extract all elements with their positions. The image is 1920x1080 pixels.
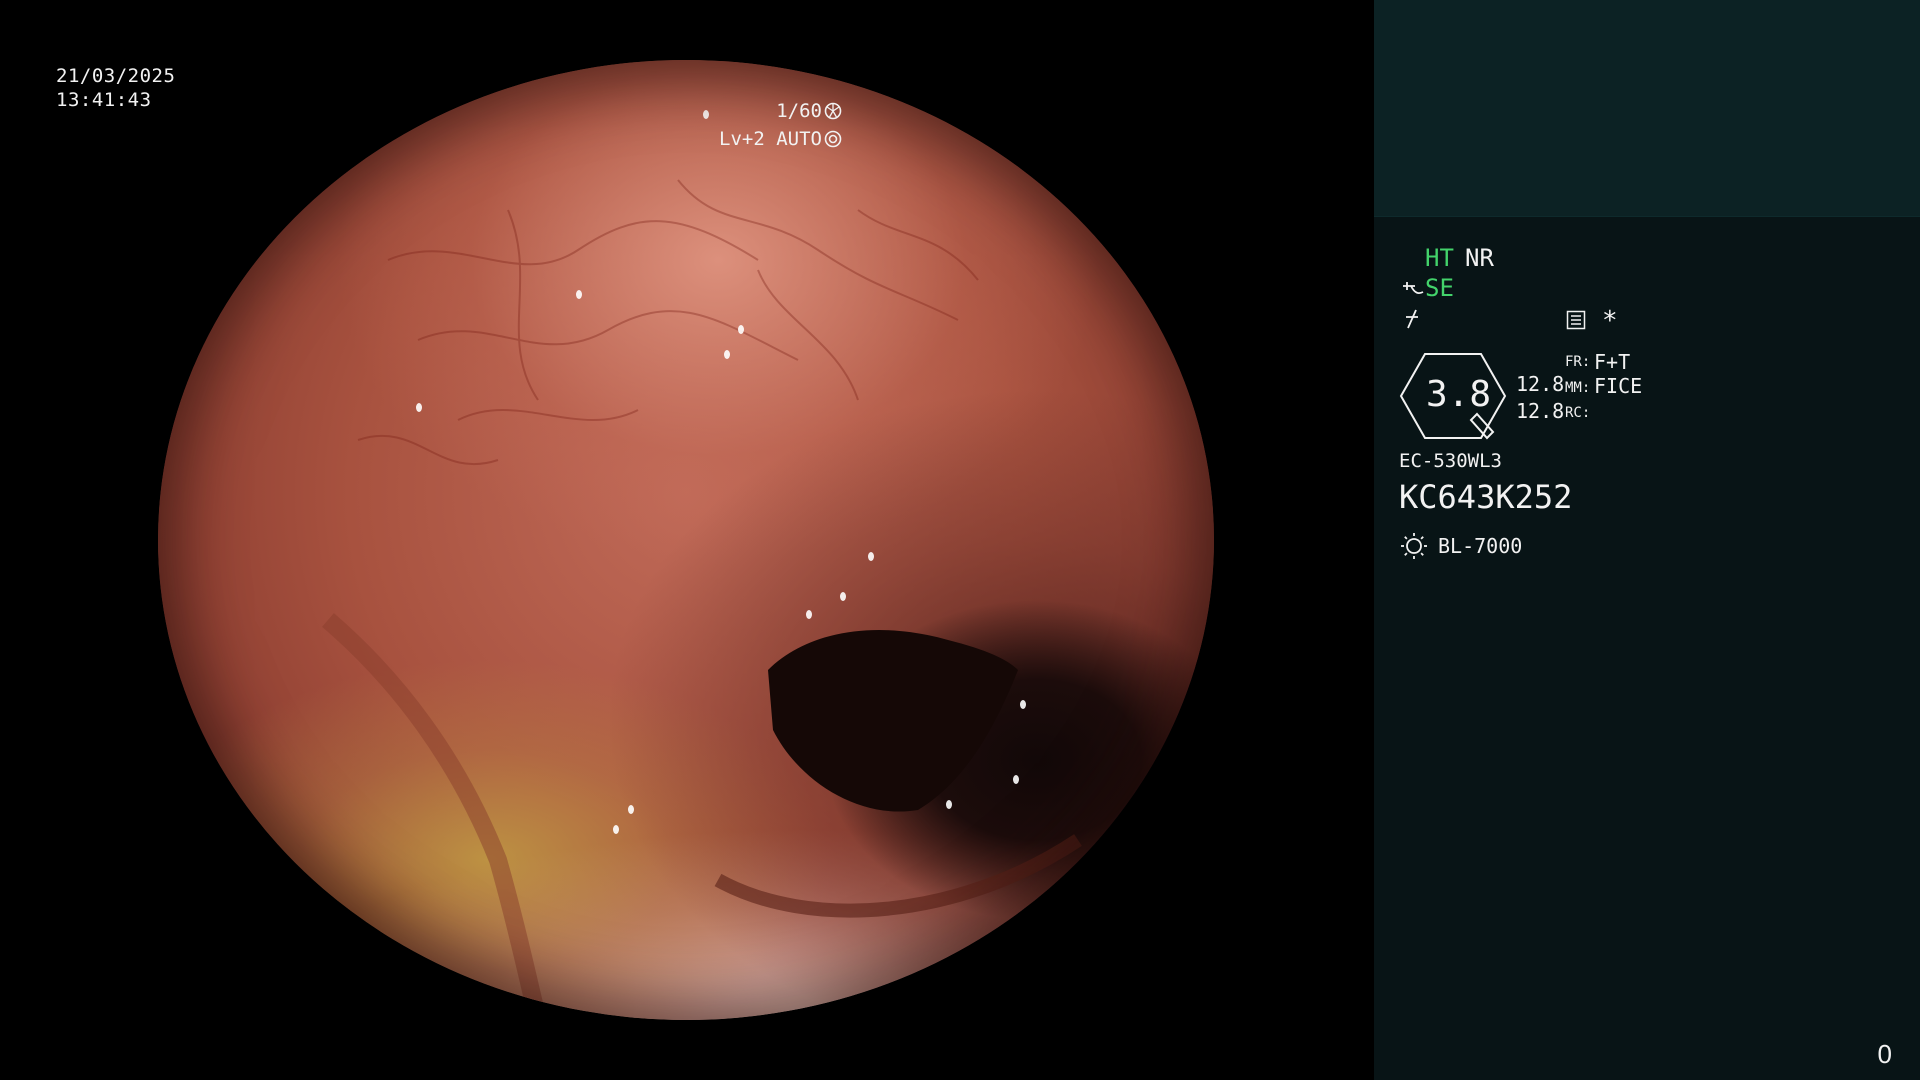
fr-label: FR:	[1565, 354, 1591, 370]
thumbnail-area	[1374, 0, 1920, 217]
exam-time: 13:41:43	[56, 89, 152, 111]
vignette	[158, 60, 1214, 1020]
iris-level: Lv+2	[719, 128, 765, 150]
value-b: 12.8	[1516, 399, 1565, 423]
star-indicator: *	[1602, 306, 1618, 336]
endoscopic-image	[158, 60, 1214, 1020]
menu-icon	[1566, 310, 1586, 330]
scope-serial: KC643K252	[1399, 478, 1573, 516]
light-source-model: BL-7000	[1438, 534, 1523, 558]
fr-value: F+T	[1594, 350, 1631, 374]
zoom-value: 3.8	[1426, 374, 1492, 415]
ht-indicator: HT	[1425, 244, 1454, 272]
se-indicator: SE	[1425, 274, 1454, 302]
scope-model: EC-530WL3	[1399, 450, 1502, 472]
iris-mode: AUTO	[776, 128, 822, 150]
iris-icon	[824, 130, 842, 148]
frame-counter: 0	[1877, 1039, 1892, 1069]
shutter-icon	[824, 102, 842, 120]
shutter-speed: 1/60	[776, 100, 822, 122]
mm-label: MM:	[1565, 380, 1591, 396]
shutter-indicator: 1/60	[776, 99, 842, 123]
nr-indicator: NR	[1465, 244, 1494, 272]
endoscope-viewport: 21/03/2025 13:41:43 1/60 Lv+2 AUTO	[0, 0, 1372, 1080]
rc-label: RC:	[1565, 405, 1591, 421]
color-enhance-icon	[1406, 309, 1418, 329]
specular-glint	[873, 70, 879, 79]
exam-date: 21/03/2025	[56, 65, 176, 87]
iris-indicator: Lv+2 AUTO	[719, 127, 842, 151]
structure-enhance-icon	[1403, 282, 1424, 294]
mm-value: FICE	[1594, 374, 1643, 398]
lamp-icon	[1401, 533, 1427, 559]
info-side-panel: HT NR SE * 3.8 12.8 12.8 FR: F+T MM: FIC…	[1374, 0, 1920, 1080]
value-a: 12.8	[1516, 372, 1565, 396]
